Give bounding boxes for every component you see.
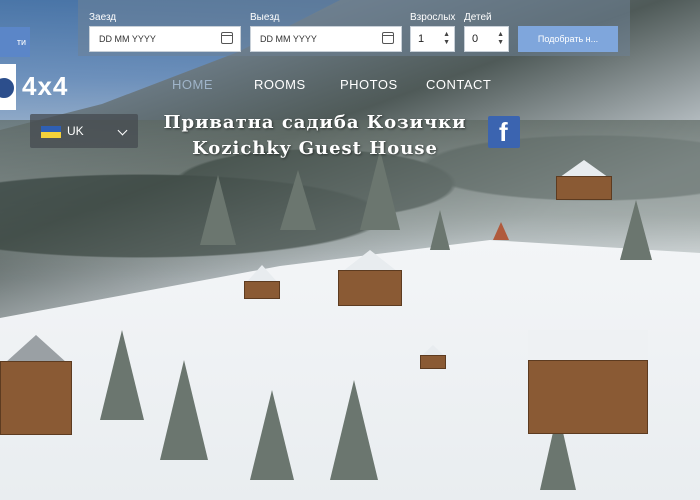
- tree: [250, 390, 294, 480]
- checkin-field[interactable]: DD MM YYYY: [89, 26, 241, 52]
- nav-home[interactable]: HOME: [172, 77, 213, 92]
- spinner-arrows-icon[interactable]: ▲ ▼: [497, 31, 504, 47]
- tree: [280, 170, 316, 230]
- search-button[interactable]: Подобрать н...: [518, 26, 618, 52]
- nav-contact[interactable]: CONTACT: [426, 77, 491, 92]
- logo-emblem-icon: [0, 76, 16, 100]
- language-code: UK: [67, 124, 84, 138]
- tree: [100, 330, 144, 420]
- facebook-icon: f: [499, 117, 508, 147]
- tree: [620, 200, 652, 260]
- hero-title-uk: Приватна садиба Козички: [163, 112, 467, 133]
- checkout-field[interactable]: DD MM YYYY: [250, 26, 402, 52]
- checkin-label: Заезд: [89, 12, 117, 23]
- children-label: Детей: [464, 12, 492, 23]
- calendar-icon[interactable]: [221, 32, 233, 44]
- ukraine-flag-icon: [41, 126, 61, 138]
- tent: [493, 222, 509, 240]
- cabin: [244, 265, 280, 299]
- adults-label: Взрослых: [410, 12, 456, 23]
- left-edge-button[interactable]: ти: [0, 27, 30, 57]
- calendar-icon[interactable]: [382, 32, 394, 44]
- cabin: [528, 330, 648, 434]
- checkin-placeholder: DD MM YYYY: [99, 34, 156, 44]
- tree: [330, 380, 378, 480]
- checkout-label: Выезд: [250, 12, 280, 23]
- facebook-button[interactable]: f: [488, 116, 520, 148]
- cabin: [420, 345, 446, 369]
- cabin: [0, 335, 72, 435]
- tree: [200, 175, 236, 245]
- language-selector[interactable]: UK: [30, 114, 138, 148]
- tree: [430, 210, 450, 250]
- nav-rooms[interactable]: ROOMS: [254, 77, 306, 92]
- logo-badge[interactable]: [0, 64, 16, 110]
- tree: [160, 360, 208, 460]
- checkout-placeholder: DD MM YYYY: [260, 34, 317, 44]
- chevron-down-icon: [117, 125, 128, 136]
- nav-photos[interactable]: PHOTOS: [340, 77, 398, 92]
- cabin: [338, 250, 402, 306]
- logo-text[interactable]: 4x4: [22, 71, 68, 102]
- spinner-arrows-icon[interactable]: ▲ ▼: [443, 31, 450, 47]
- hero-background: [0, 0, 700, 500]
- tree: [360, 150, 400, 230]
- cabin: [556, 160, 612, 200]
- children-value: 0: [472, 33, 479, 45]
- hero-title-en: Kozichky Guest House: [192, 138, 438, 159]
- adults-stepper[interactable]: 1 ▲ ▼: [410, 26, 455, 52]
- adults-value: 1: [418, 33, 425, 45]
- children-stepper[interactable]: 0 ▲ ▼: [464, 26, 509, 52]
